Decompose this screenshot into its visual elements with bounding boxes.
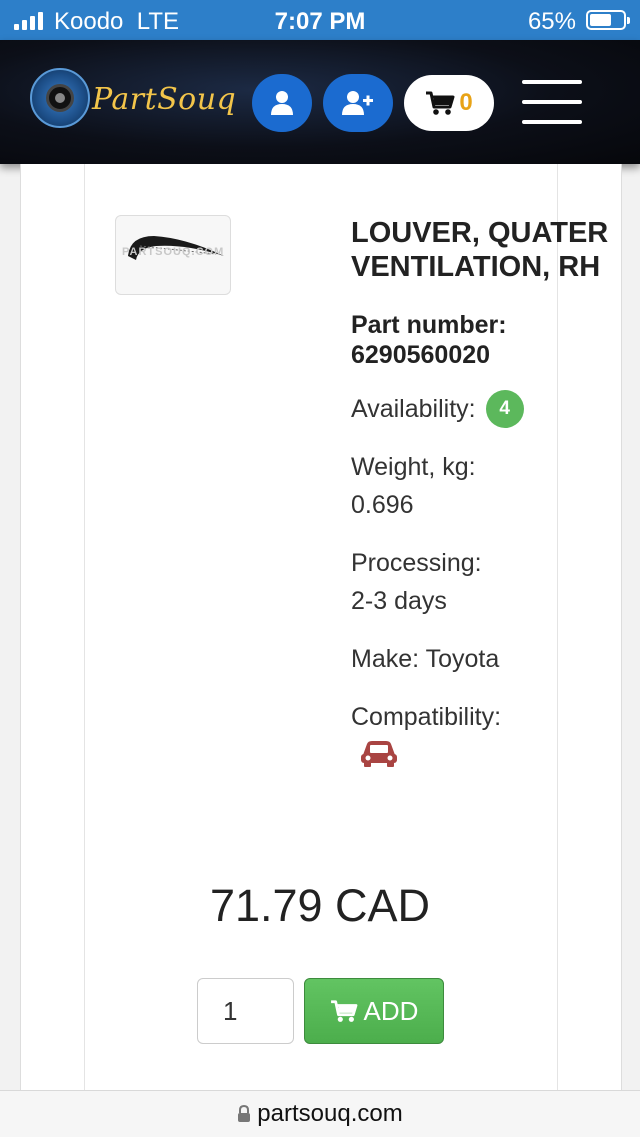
product-title: LOUVER, QUATER VENTILATION, RH [351,217,609,283]
logo-text[interactable]: PartSouq [92,82,236,117]
processing-value: 2-3 days [351,587,447,615]
compatibility-row: Compatibility: [351,698,611,779]
lock-icon [238,1105,251,1122]
availability-row: Availability: 4 [351,390,611,428]
quantity-input[interactable] [197,978,294,1044]
part-number-value: 6290560020 [351,341,491,369]
battery-percent: 65% [527,8,576,35]
product-info: LOUVER, QUATER VENTILATION, RH Part numb… [351,216,611,779]
cart-icon [330,1000,357,1022]
processing-row: Processing: 2-3 days [351,544,611,620]
car-icon[interactable] [359,738,399,768]
weight-label: Weight, kg: [351,453,476,481]
hamburger-menu-icon[interactable] [522,80,582,126]
add-user-icon [342,91,373,115]
make-value: Toyota [425,645,500,673]
make-label: Make: [351,645,420,673]
add-button-label: ADD [363,995,419,1026]
cart-icon [426,91,455,115]
url-text: partsouq.com [257,1100,403,1127]
availability-badge: 4 [485,390,524,428]
weight-row: Weight, kg: 0.696 [351,448,611,524]
product-price: 71.79 CAD [209,880,431,931]
logo-wheel-icon[interactable] [30,68,90,128]
cart-count: 0 [459,89,473,116]
battery-icon [586,10,630,30]
register-button[interactable] [323,74,393,132]
processing-label: Processing: [351,549,482,577]
part-number-label: Part number: [351,311,507,339]
status-bar: Koodo LTE 7:07 PM 65% [0,0,640,40]
user-icon [271,91,293,115]
compatibility-label: Compatibility: [351,703,502,731]
make-row: Make: Toyota [351,640,611,678]
login-button[interactable] [252,74,312,132]
thumbnail-watermark: PARTSOUQ.COM [122,246,225,258]
availability-label: Availability: [351,395,476,423]
browser-url-bar[interactable]: partsouq.com [0,1090,640,1137]
product-thumbnail[interactable]: PARTSOUQ.COM [115,215,231,295]
cart-button[interactable]: 0 [404,75,494,131]
add-to-cart-button[interactable]: ADD [304,978,444,1044]
weight-value: 0.696 [351,491,414,519]
site-header: PartSouq 0 [0,40,640,164]
